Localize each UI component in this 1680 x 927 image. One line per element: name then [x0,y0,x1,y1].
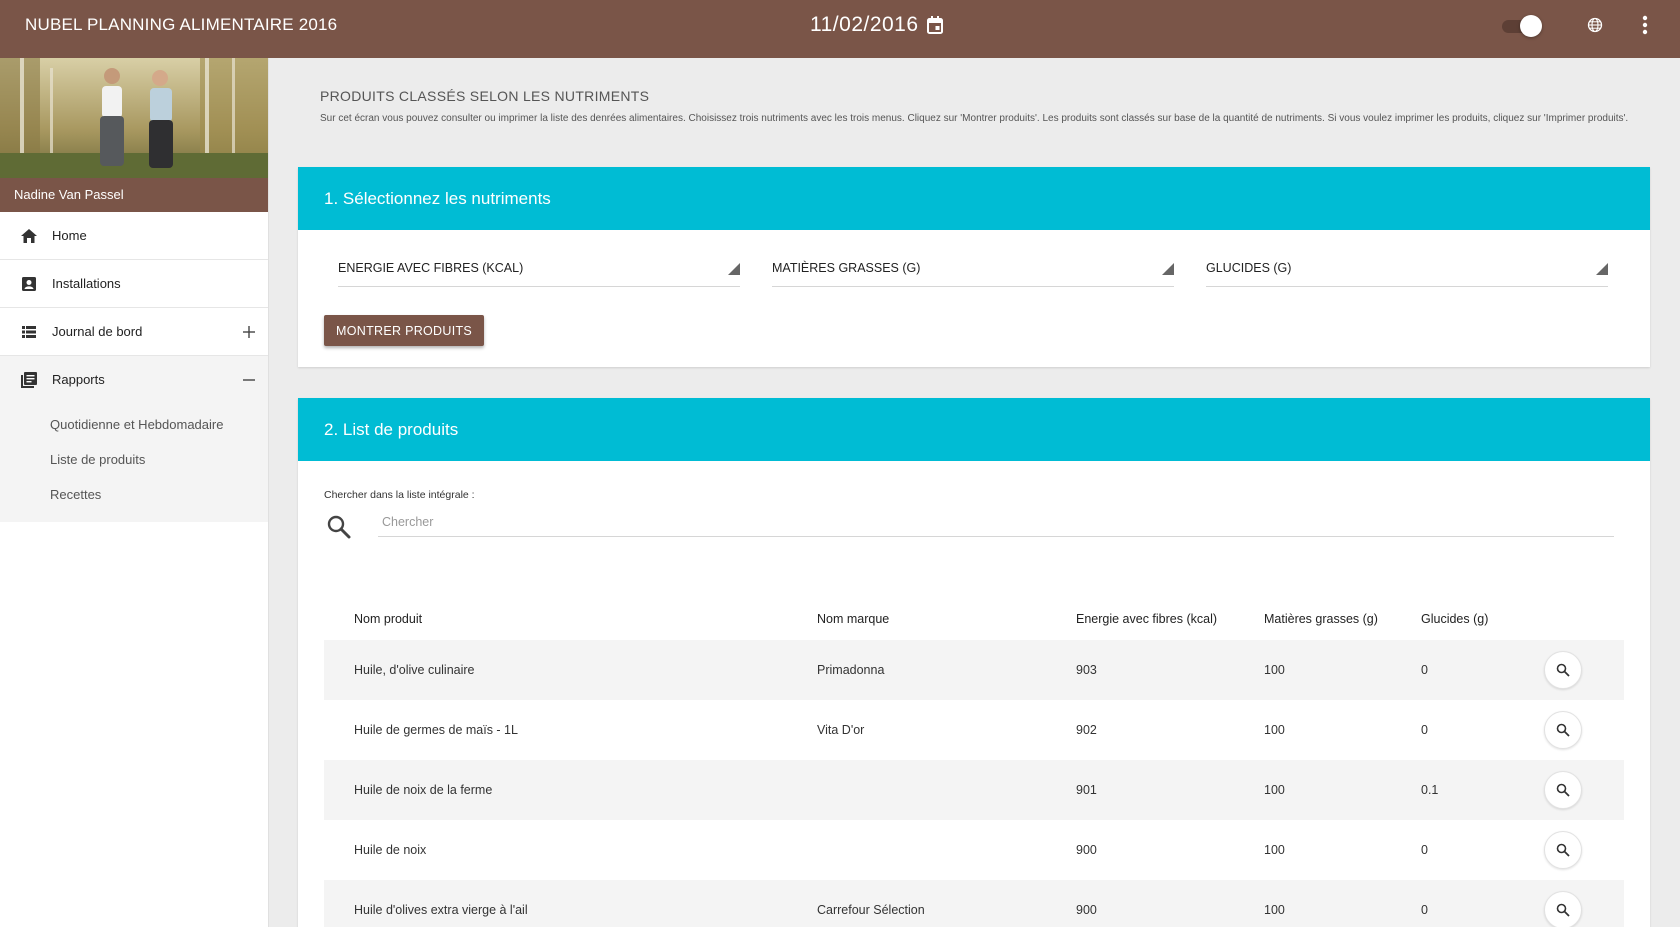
nutrient-select-2[interactable]: MATIÈRES GRASSES (G) [772,255,1174,287]
home-icon [21,229,37,243]
sidebar-item-installations[interactable]: Installations [0,260,268,307]
submenu-item-recettes[interactable]: Recettes [0,477,268,512]
sidebar-item-label: Home [52,228,87,243]
table-header: Nom produit Nom marque Energie avec fibr… [324,598,1624,640]
minus-icon[interactable] [242,373,256,387]
view-product-button[interactable] [1544,711,1582,749]
search-icon [1556,663,1570,677]
cell-carbs: 0 [1421,663,1428,677]
plus-icon[interactable] [242,325,256,339]
globe-icon[interactable] [1587,17,1603,33]
nutrient-selects: ENERGIE AVEC FIBRES (KCAL) MATIÈRES GRAS… [338,255,1610,295]
table-row[interactable]: Huile de noix de la ferme 901 100 0.1 [324,760,1624,820]
table-row[interactable]: Huile de noix 900 100 0 [324,820,1624,880]
sidebar-item-journal-de-bord[interactable]: Journal de bord [0,308,268,355]
search-icon [1556,723,1570,737]
column-header[interactable]: Matières grasses (g) [1264,612,1378,626]
cell-carbs: 0 [1421,843,1428,857]
sidebar-item-home[interactable]: Home [0,212,268,259]
sidebar-nav: Home Installations Journal de bord Rappo… [0,212,268,522]
nutrient-select-3[interactable]: GLUCIDES (G) [1206,255,1608,287]
view-product-button[interactable] [1544,891,1582,927]
cell-fat: 100 [1264,663,1285,677]
sidebar-item-label: Installations [52,276,121,291]
search-icon [1556,783,1570,797]
submenu-item-quotidienne[interactable]: Quotidienne et Hebdomadaire [0,407,268,442]
nutrient-selection-card: 1. Sélectionnez les nutriments ENERGIE A… [298,167,1650,367]
cell-carbs: 0 [1421,723,1428,737]
cell-brand-name: Carrefour Sélection [817,903,925,917]
select-value: GLUCIDES (G) [1206,261,1292,275]
view-product-button[interactable] [1544,831,1582,869]
cell-fat: 100 [1264,903,1285,917]
cell-product-name: Huile de noix [354,843,427,857]
mode-toggle-switch[interactable] [1500,14,1542,37]
column-header[interactable]: Energie avec fibres (kcal) [1076,612,1217,626]
table-row[interactable]: Huile de germes de maïs - 1L Vita D'or 9… [324,700,1624,760]
calendar-icon[interactable] [926,16,943,34]
cell-fat: 100 [1264,843,1285,857]
cell-brand-name: Primadonna [817,663,885,677]
cell-energy: 903 [1076,663,1097,677]
cell-product-name: Huile de germes de maïs - 1L [354,723,518,737]
column-header[interactable]: Nom produit [354,612,422,626]
dropdown-arrow-icon [1162,263,1174,275]
page-description: Sur cet écran vous pouvez consulter ou i… [320,113,1629,124]
search-input[interactable] [378,507,1614,537]
dropdown-arrow-icon [728,263,740,275]
search-icon [327,515,351,539]
product-list-card: 2. List de produits Chercher dans la lis… [298,398,1650,927]
rapports-submenu: Quotidienne et Hebdomadaire Liste de pro… [0,403,268,522]
search-label: Chercher dans la liste intégrale : [324,489,475,501]
cell-carbs: 0.1 [1421,783,1439,797]
submenu-item-liste-produits[interactable]: Liste de produits [0,442,268,477]
sidebar-item-rapports[interactable]: Rapports [0,356,268,403]
section-title: 1. Sélectionnez les nutriments [298,167,1650,230]
table-row[interactable]: Huile d'olives extra vierge à l'ail Carr… [324,880,1624,927]
sidebar-item-label: Rapports [52,372,105,387]
toggle-knob [1520,15,1542,37]
cell-product-name: Huile d'olives extra vierge à l'ail [354,903,528,917]
more-vert-icon[interactable] [1639,14,1651,36]
table-row[interactable]: Huile, d'olive culinaire Primadonna 903 … [324,640,1624,700]
dropdown-arrow-icon [1596,263,1608,275]
cell-energy: 900 [1076,843,1097,857]
user-name: Nadine Van Passel [0,178,268,212]
cell-brand-name: Vita D'or [817,723,865,737]
app-title: NUBEL PLANNING ALIMENTAIRE 2016 [25,15,338,34]
page-title: PRODUITS CLASSÉS SELON LES NUTRIMENTS [320,88,650,104]
cell-product-name: Huile, d'olive culinaire [354,663,475,677]
page-header: PRODUITS CLASSÉS SELON LES NUTRIMENTS Su… [320,88,1630,128]
column-header[interactable]: Nom marque [817,612,889,626]
sidebar-item-label: Journal de bord [52,324,143,339]
select-value: ENERGIE AVEC FIBRES (KCAL) [338,261,524,275]
select-value: MATIÈRES GRASSES (G) [772,261,921,275]
view-product-button[interactable] [1544,651,1582,689]
search-icon [1556,903,1570,917]
cell-product-name: Huile de noix de la ferme [354,783,493,797]
cell-energy: 900 [1076,903,1097,917]
top-app-bar: NUBEL PLANNING ALIMENTAIRE 2016 11/02/20… [0,0,1680,58]
section-title: 2. List de produits [298,398,1650,461]
current-date[interactable]: 11/02/2016 [810,13,919,37]
report-icon [21,372,37,388]
cell-energy: 902 [1076,723,1097,737]
cell-fat: 100 [1264,723,1285,737]
cell-carbs: 0 [1421,903,1428,917]
profile-banner-image [0,58,268,178]
search-icon [1556,843,1570,857]
sidebar: Nadine Van Passel Home Installations Jou… [0,58,268,927]
contact-card-icon [22,277,36,291]
date-picker[interactable]: 11/02/2016 [810,0,943,50]
show-products-button[interactable]: MONTRER PRODUITS [324,315,485,346]
column-header[interactable]: Glucides (g) [1421,612,1488,626]
list-icon [22,326,36,338]
cell-energy: 901 [1076,783,1097,797]
sidebar-border [268,58,269,927]
nutrient-select-1[interactable]: ENERGIE AVEC FIBRES (KCAL) [338,255,740,287]
view-product-button[interactable] [1544,771,1582,809]
products-table: Nom produit Nom marque Energie avec fibr… [324,598,1624,927]
cell-fat: 100 [1264,783,1285,797]
